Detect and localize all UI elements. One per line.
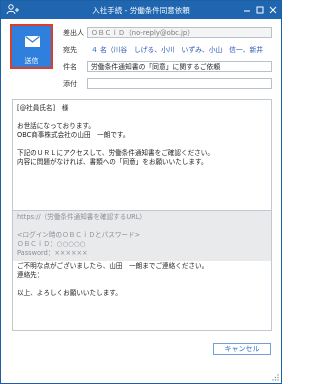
footer-line: 連絡先：	[17, 271, 44, 279]
window-title: 入社手続 - 労働条件同意依頼	[92, 6, 190, 15]
envelope-icon	[25, 36, 40, 49]
to-label: 宛先	[63, 46, 77, 54]
body-line: OBC商事株式会社の山田 一朗です。	[17, 131, 130, 139]
fixed-template-block: https://（労働条件通知書を確認するURL） <ログイン時のＯＢＣｉＤとパ…	[12, 211, 272, 261]
footer-line: 以上、よろしくお願いいたします。	[17, 289, 122, 297]
footer-line: ご不明な点がございましたら、山田 一朗までご連絡ください。	[17, 262, 209, 270]
subject-label: 件名	[63, 63, 77, 71]
from-field: ＯＢＣｉＤ（no-reply@obc.jp）	[87, 27, 272, 38]
close-icon[interactable]	[267, 4, 279, 16]
template-login-header: <ログイン時のＯＢＣｉＤとパスワード>	[17, 231, 141, 239]
send-button[interactable]: 送信	[10, 24, 53, 69]
body-line: お世話になっております。	[17, 122, 95, 130]
subject-input[interactable]: 労働条件通知書の「同意」に関するご依頼	[87, 61, 272, 72]
attachment-field[interactable]	[87, 78, 272, 89]
body-line: [@社員氏名] 様	[17, 104, 69, 112]
minimize-icon[interactable]	[241, 4, 253, 16]
body-line: 下記のＵＲＬにアクセスして、労働条件通知書をご確認ください。	[17, 149, 214, 157]
message-footer-editor[interactable]: ご不明な点がございましたら、山田 一朗までご連絡ください。 連絡先： 以上、よろ…	[12, 261, 272, 331]
send-button-label: 送信	[24, 57, 39, 65]
message-body-editor[interactable]: [@社員氏名] 様 お世話になっております。 OBC商事株式会社の山田 一朗です…	[12, 99, 272, 211]
body-line: 内容に問題がなければ、書類への「同意」をお願いいたします。	[17, 158, 208, 166]
cancel-button[interactable]: キャンセル	[213, 343, 271, 355]
dialog-window: 入社手続 - 労働条件同意依頼 送信 差出人 ＯＢＣｉＤ（no-reply@ob…	[0, 0, 282, 384]
recipients-field[interactable]: ４ 名（川谷 しげる、小川 いずみ、小山 信一、新井	[87, 44, 272, 55]
maximize-icon[interactable]	[254, 4, 266, 16]
attachment-label: 添付	[63, 80, 77, 88]
template-url: https://（労働条件通知書を確認するURL）	[17, 213, 147, 221]
template-id: ＯＢＣｉＤ：○○○○○	[17, 240, 86, 248]
title-bar[interactable]: 入社手続 - 労働条件同意依頼	[1, 1, 281, 19]
template-password: Password：××××××	[17, 249, 88, 257]
from-label: 差出人	[63, 29, 84, 37]
resize-grip-icon[interactable]	[271, 373, 279, 381]
